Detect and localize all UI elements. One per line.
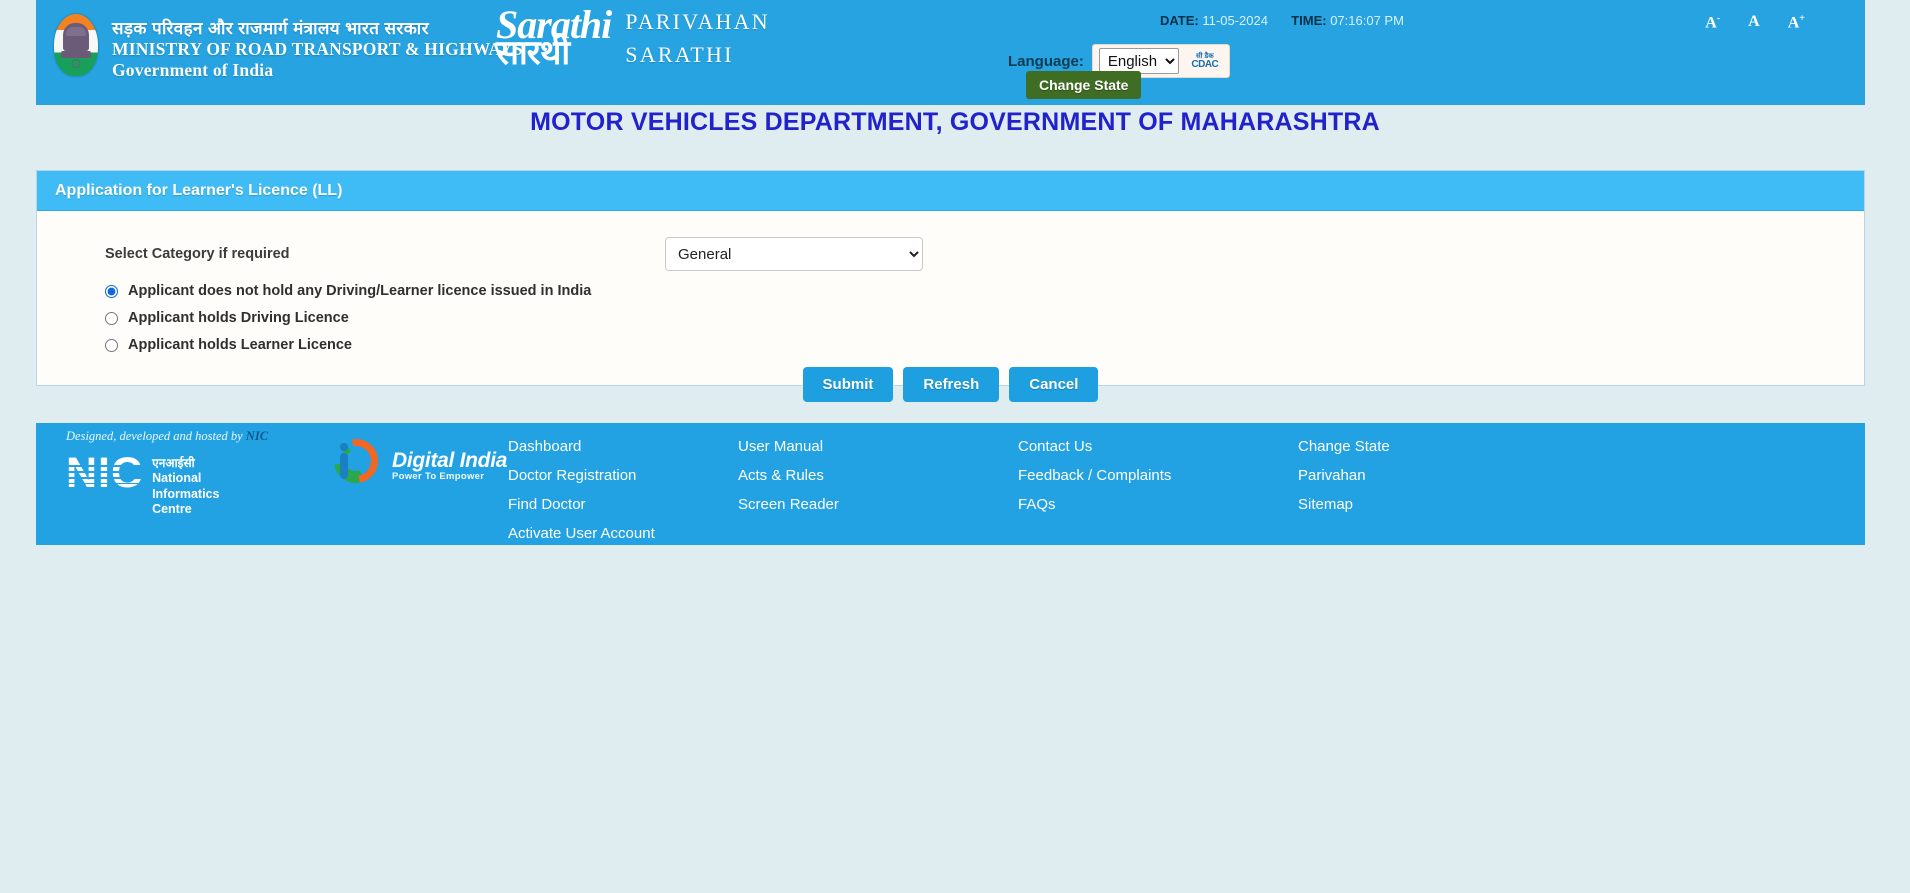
panel-title: Application for Learner's Licence (LL): [55, 182, 342, 200]
submit-button[interactable]: Submit: [803, 367, 894, 402]
licence-status-radio-group: Applicant does not hold any Driving/Lear…: [105, 283, 591, 364]
footer-link-feedback-complaints[interactable]: Feedback / Complaints: [1018, 462, 1298, 491]
radio-input-holds-ll[interactable]: [105, 339, 118, 352]
footer-link-change-state[interactable]: Change State: [1298, 433, 1528, 462]
radio-label-holds-dl: Applicant holds Driving Licence: [128, 310, 349, 326]
radio-option-holds-dl[interactable]: Applicant holds Driving Licence: [105, 310, 591, 326]
date-value: 11-05-2024: [1202, 13, 1268, 28]
brand-parivahan: PARIVAHAN: [625, 5, 770, 38]
designed-by-prefix: Designed, developed and hosted by: [66, 429, 243, 443]
nic-branding: Designed, developed and hosted by NIC NI…: [66, 429, 268, 517]
india-state-emblem-icon: [54, 14, 98, 76]
category-select[interactable]: General: [665, 237, 923, 271]
footer-column-3: Contact Us Feedback / Complaints FAQs: [1018, 433, 1298, 549]
panel-header: Application for Learner's Licence (LL): [37, 171, 1864, 211]
date-label: DATE:: [1160, 13, 1199, 28]
nic-hindi: एनआईसी: [152, 456, 195, 470]
ministry-branding: सड़क परिवहन और राजमार्ग मंत्रालय भारत सर…: [36, 0, 523, 80]
footer-column-2: User Manual Acts & Rules Screen Reader: [738, 433, 1018, 549]
footer-link-sitemap[interactable]: Sitemap: [1298, 491, 1528, 520]
font-decrease-button[interactable]: A-: [1705, 13, 1720, 32]
radio-label-holds-ll: Applicant holds Learner Licence: [128, 337, 352, 353]
sarathi-logo[interactable]: Sarathi सारथी PARIVAHAN SARATHI: [496, 5, 770, 71]
digital-india-swoosh-icon: [326, 437, 384, 495]
ministry-text: सड़क परिवहन और राजमार्ग मंत्रालय भारत सर…: [98, 10, 523, 80]
radio-label-no-licence: Applicant does not hold any Driving/Lear…: [128, 283, 591, 299]
footer-column-1: Dashboard Doctor Registration Find Docto…: [508, 433, 738, 549]
category-label: Select Category if required: [105, 246, 665, 262]
radio-input-holds-dl[interactable]: [105, 312, 118, 325]
footer-link-activate-user-account[interactable]: Activate User Account: [508, 520, 738, 549]
footer-link-user-manual[interactable]: User Manual: [738, 433, 1018, 462]
digital-india-tagline: Power To Empower: [392, 472, 507, 482]
footer-link-faqs[interactable]: FAQs: [1018, 491, 1298, 520]
page-root: सड़क परिवहन और राजमार्ग मंत्रालय भारत सर…: [0, 0, 1910, 893]
radio-input-no-licence[interactable]: [105, 285, 118, 298]
radio-option-no-licence[interactable]: Applicant does not hold any Driving/Lear…: [105, 283, 591, 299]
footer-link-contact-us[interactable]: Contact Us: [1018, 433, 1298, 462]
footer-link-acts-rules[interactable]: Acts & Rules: [738, 462, 1018, 491]
footer-link-dashboard[interactable]: Dashboard: [508, 433, 738, 462]
sarathi-wordmark: PARIVAHAN SARATHI: [625, 5, 770, 71]
designed-by-org: NIC: [246, 429, 268, 443]
font-increase-button[interactable]: A+: [1788, 13, 1805, 32]
digital-india-wordmark: Digital India Power To Empower: [392, 450, 507, 482]
digital-india-logo[interactable]: Digital India Power To Empower: [326, 437, 507, 495]
ministry-name-english: MINISTRY OF ROAD TRANSPORT & HIGHWAYS: [112, 39, 523, 60]
language-label: Language:: [1008, 53, 1084, 70]
cdac-english-label: CDAC: [1187, 60, 1223, 70]
footer-link-parivahan[interactable]: Parivahan: [1298, 462, 1528, 491]
nic-line2: Informatics: [152, 487, 219, 501]
font-normal-button[interactable]: A: [1748, 13, 1760, 32]
footer-link-doctor-registration[interactable]: Doctor Registration: [508, 462, 738, 491]
brand-sarathi: SARATHI: [625, 38, 770, 71]
change-state-button[interactable]: Change State: [1026, 71, 1141, 99]
time-value: 07:16:07 PM: [1330, 13, 1404, 28]
nic-line1: National: [152, 471, 201, 485]
panel-body: Select Category if required General Appl…: [37, 211, 1864, 385]
cdac-logo-icon: सी डैक CDAC: [1187, 48, 1223, 74]
refresh-button[interactable]: Refresh: [903, 367, 999, 402]
government-label: Government of India: [112, 60, 523, 81]
ministry-name-hindi: सड़क परिवहन और राजमार्ग मंत्रालय भारत सर…: [112, 19, 523, 39]
footer-link-screen-reader[interactable]: Screen Reader: [738, 491, 1018, 520]
nic-logomark: NIC: [66, 456, 143, 490]
time-label: TIME:: [1291, 13, 1326, 28]
cancel-button[interactable]: Cancel: [1009, 367, 1098, 402]
footer-column-4: Change State Parivahan Sitemap: [1298, 433, 1528, 549]
ll-application-panel: Application for Learner's Licence (LL) S…: [36, 170, 1865, 386]
font-size-controls: A- A A+: [1705, 13, 1805, 32]
nic-line3: Centre: [152, 502, 192, 516]
datetime-display: DATE: 11-05-2024 TIME: 07:16:07 PM: [1160, 13, 1404, 28]
footer-link-columns: Dashboard Doctor Registration Find Docto…: [508, 433, 1855, 549]
footer-link-find-doctor[interactable]: Find Doctor: [508, 491, 738, 520]
radio-option-holds-ll[interactable]: Applicant holds Learner Licence: [105, 337, 591, 353]
site-footer: Designed, developed and hosted by NIC NI…: [36, 423, 1865, 545]
designed-by-text: Designed, developed and hosted by NIC: [66, 429, 268, 444]
form-actions: Submit Refresh Cancel: [37, 367, 1864, 402]
category-field-row: Select Category if required General: [37, 237, 1864, 271]
page-title: MOTOR VEHICLES DEPARTMENT, GOVERNMENT OF…: [0, 108, 1910, 137]
nic-fullname: एनआईसी National Informatics Centre: [152, 456, 219, 517]
site-header: सड़क परिवहन और राजमार्ग मंत्रालय भारत सर…: [36, 0, 1865, 105]
nic-logo[interactable]: NIC एनआईसी National Informatics Centre: [66, 456, 268, 517]
sarathi-logomark: Sarathi सारथी: [496, 7, 611, 68]
digital-india-title: Digital India: [392, 450, 507, 472]
